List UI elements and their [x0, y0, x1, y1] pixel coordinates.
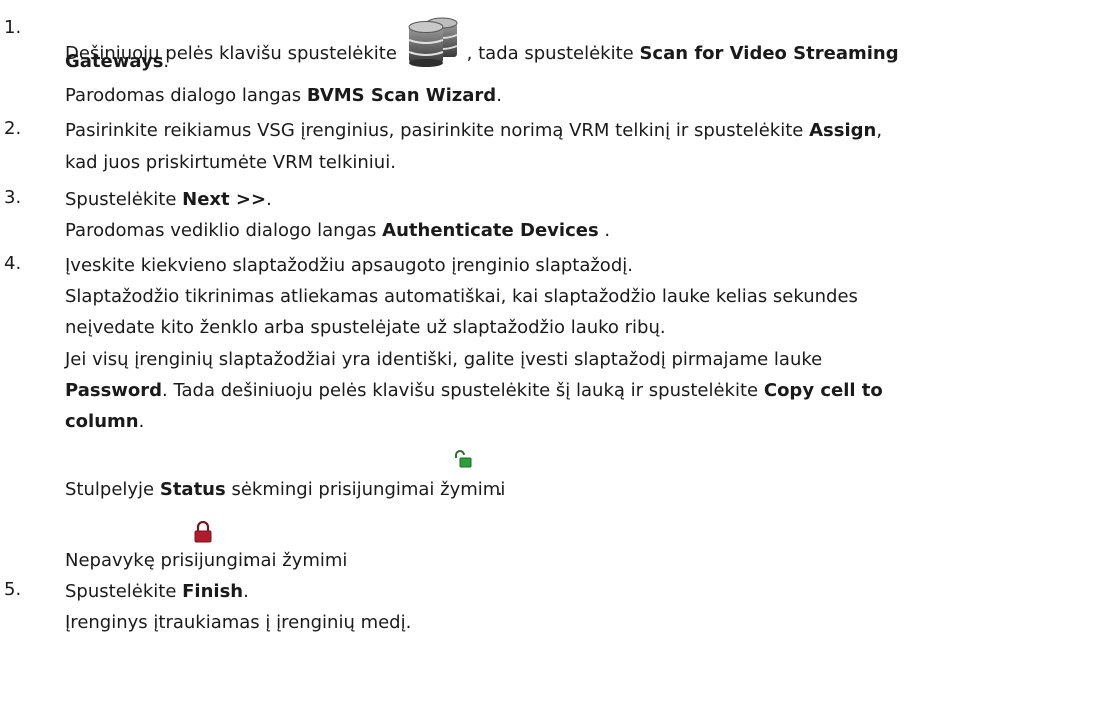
- step-1-line-2: Gateways.: [65, 51, 170, 72]
- step-3-line-2: Parodomas vediklio dialogo langas Authen…: [65, 220, 611, 241]
- step-4-line-2: Slaptažodžio tikrinimas atliekamas autom…: [65, 286, 858, 307]
- lock-open-icon: [454, 450, 472, 473]
- step-4-line-6: column.: [65, 411, 145, 432]
- lock-closed-icon: [194, 520, 212, 548]
- step-1-line-1: Dešiniuoju pelės klavišu spustelėkite , …: [65, 17, 899, 75]
- step-number: 1.: [4, 17, 22, 38]
- database-icon: [405, 17, 465, 75]
- step-2-line-1: Pasirinkite reikiamus VSG įrenginius, pa…: [65, 120, 883, 141]
- step-4-line-1: Įveskite kiekvieno slaptažodžiu apsaugot…: [65, 255, 633, 276]
- document-page: 1. Dešiniuoju pelės klavišu spustelėkite: [0, 0, 1114, 724]
- step-number: 2.: [4, 118, 22, 139]
- step-4-line-4: Jei visų įrenginių slaptažodžiai yra ide…: [65, 349, 823, 370]
- step-5-line-1: Spustelėkite Finish.: [65, 581, 249, 602]
- step-4-line-5: Password. Tada dešiniuoju pelės klavišu …: [65, 380, 883, 401]
- step-5-line-2: Įrenginys įtraukiamas į įrenginių medį.: [65, 612, 412, 633]
- step-1-line-3: Parodomas dialogo langas BVMS Scan Wizar…: [65, 85, 502, 106]
- step-4-line-3: neįvedate kito ženklo arba spustelėjate …: [65, 317, 666, 338]
- step-number: 5.: [4, 579, 22, 600]
- step-4-line-8: Nepavykę prisijungimai žymimi: [65, 550, 348, 571]
- step-number: 3.: [4, 187, 22, 208]
- step-2-line-2: kad juos priskirtumėte VRM telkiniui.: [65, 152, 396, 173]
- step-4-line-7: Stulpelyje Status sėkmingi prisijungimai…: [65, 479, 506, 500]
- step-3-line-1: Spustelėkite Next >>.: [65, 189, 272, 210]
- step-number: 4.: [4, 253, 22, 274]
